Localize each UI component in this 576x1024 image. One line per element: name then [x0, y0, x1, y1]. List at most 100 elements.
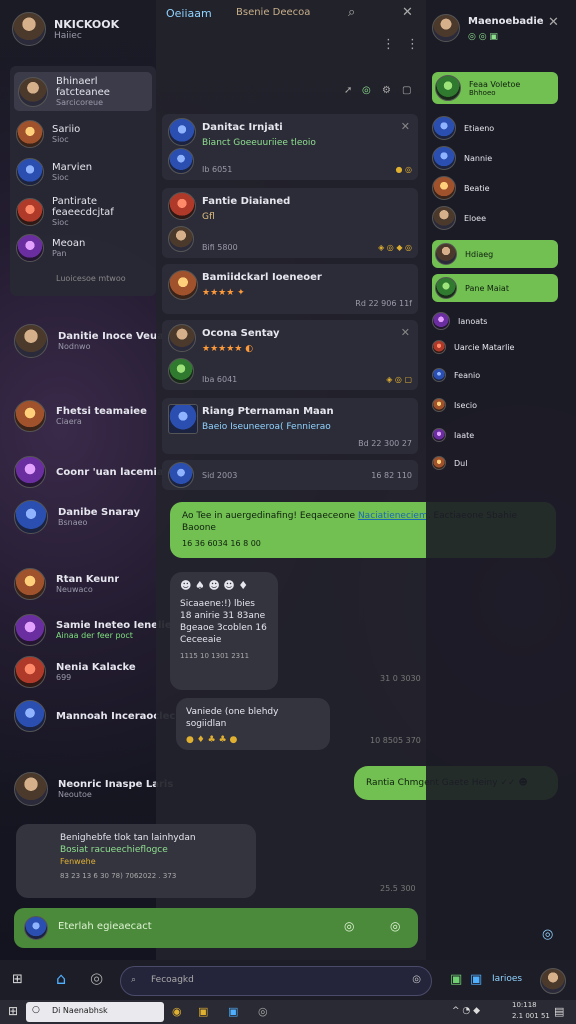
- app-icon[interactable]: ▣: [470, 973, 482, 986]
- notification-icon[interactable]: ▤: [554, 1005, 564, 1018]
- dropdown-item-label: Sariio: [52, 124, 81, 135]
- tab-active[interactable]: Oeiiaam: [166, 7, 212, 20]
- message-input[interactable]: Eterlah egieaecact: [58, 921, 152, 932]
- profile-header[interactable]: NKICKOOK Haiiec: [12, 12, 119, 46]
- member-item[interactable]: Eloee: [432, 206, 556, 230]
- avatar: [432, 428, 446, 442]
- member-item[interactable]: Dul: [432, 456, 556, 470]
- member-item[interactable]: Feaa Voletoe Bhhoeo: [432, 72, 558, 104]
- message-bubble-incoming[interactable]: ☻ ♠ ☻ ☻ ♦ Sicaaene:!) lbies 18 anirie 31…: [170, 572, 278, 690]
- card-title: Danitac Irnjati: [202, 122, 283, 133]
- member-name: Beatie: [464, 183, 490, 193]
- card-meta: Rd 22 906 11f: [342, 299, 412, 308]
- dropdown-item[interactable]: Pantirate feaeecdcjtaf Sioc: [16, 196, 156, 227]
- taskbar-search[interactable]: ⌕ Fecoagkd ◎: [120, 966, 432, 996]
- member-item[interactable]: Iaate: [432, 428, 556, 442]
- windows-icon[interactable]: ⊞: [8, 1005, 18, 1018]
- chat-panel: Oeiiaam Bsenie Deecoa ⌕ ✕ ⋮ ⋮ ➚ ◎ ⚙ ▢ Da…: [16, 0, 558, 960]
- app-icon[interactable]: ▣: [450, 973, 462, 986]
- member-name: Nannie: [464, 153, 493, 163]
- profile-avatar[interactable]: [12, 12, 46, 46]
- member-item[interactable]: Hdiaeg: [432, 240, 558, 268]
- member-item[interactable]: Etiaeno: [432, 116, 556, 140]
- avatar: [432, 340, 446, 354]
- help-icon[interactable]: ◎: [542, 928, 553, 941]
- settings-icon[interactable]: ⚙: [382, 84, 391, 97]
- member-item[interactable]: Feanio: [432, 368, 556, 382]
- chat-item[interactable]: Nenia Kalacke 699: [14, 656, 156, 688]
- message-bubble-incoming[interactable]: Vaniede (one blehdy sogiidlan ● ♦ ♣ ♣ ●: [176, 698, 330, 750]
- member-item[interactable]: Isecio: [432, 398, 556, 412]
- chat-item[interactable]: Neonric Inaspe Laris Neoutoe: [14, 772, 173, 806]
- close-icon[interactable]: ✕: [402, 6, 413, 19]
- member-item[interactable]: Nannie: [432, 146, 556, 170]
- message-link[interactable]: Naciatieneciem: [358, 511, 428, 521]
- chat-item[interactable]: Fhetsi teamaiee Ciaera: [14, 400, 156, 432]
- chat-item[interactable]: Mannoah Inceraoclec: [14, 700, 175, 732]
- dropdown-item[interactable]: Meoan Pan: [16, 234, 85, 262]
- start-search[interactable]: ○ Di Naenabhsk: [26, 1002, 164, 1022]
- avatar: [16, 120, 44, 148]
- chat-item[interactable]: Samie Ineteo Ienelie Ainaa der feer poct: [14, 614, 172, 646]
- avatar: [432, 368, 446, 382]
- more-icon[interactable]: ⋮: [382, 38, 395, 51]
- search-input[interactable]: Fecoagkd: [151, 975, 194, 985]
- chat-tabs: Oeiiaam Bsenie Deecoa ⌕ ✕: [156, 0, 426, 28]
- chat-card[interactable]: Bamiidckarl Ioeneoer ★★★★ ✦ Rd 22 906 11…: [162, 264, 418, 314]
- chat-card[interactable]: Sid 2003 16 82 110: [162, 460, 418, 490]
- attach-icon[interactable]: ◎: [344, 920, 354, 933]
- avatar: [432, 312, 450, 330]
- chat-card[interactable]: Danitac Irnjati Bianct Goeeuuriiee tleoi…: [162, 114, 418, 180]
- chat-card[interactable]: Riang Pternaman Maan Baeio Iseuneeroa( F…: [162, 398, 418, 454]
- card-subtitle: Gfl: [202, 212, 215, 222]
- more-icon[interactable]: ⋮: [406, 38, 419, 51]
- folder-icon[interactable]: ▣: [198, 1005, 208, 1018]
- close-icon[interactable]: ✕: [548, 16, 559, 29]
- window-icon[interactable]: ▢: [402, 84, 411, 97]
- system-tray[interactable]: ^ ◔ ◆: [452, 1006, 480, 1016]
- send-icon[interactable]: ◎: [390, 920, 400, 933]
- close-icon[interactable]: ✕: [401, 120, 410, 133]
- avatar: [14, 700, 46, 732]
- pin-icon[interactable]: ➚: [344, 84, 352, 97]
- avatar: [14, 400, 46, 432]
- avatar: [435, 75, 461, 101]
- chat-item[interactable]: Danitie Inoce Veuae Nodnwo: [14, 324, 171, 358]
- member-item[interactable]: Pane Maiat: [432, 274, 558, 302]
- chat-preview: 699: [56, 673, 72, 682]
- dropdown-item[interactable]: Sariio Sioc: [16, 120, 80, 148]
- dropdown-item-selected[interactable]: Bhinaerl fatcteanee Sarcicoreue: [14, 72, 152, 111]
- app-icon[interactable]: ▣: [228, 1005, 238, 1018]
- avatar: [168, 148, 194, 174]
- member-item[interactable]: Beatie: [432, 176, 556, 200]
- member-item[interactable]: Uarcie Matarlie: [432, 340, 556, 354]
- app-label[interactable]: Iarioes: [492, 974, 522, 984]
- avatar: [168, 462, 194, 488]
- search-icon[interactable]: ⌕: [348, 6, 355, 19]
- card-meta: Iba 6041 ◈ ◎ ▢: [202, 375, 412, 384]
- chat-item[interactable]: Danibe Snaray Bsnaeo: [14, 500, 156, 534]
- message-bubble-incoming[interactable]: Benighebfe tlok tan lainhydan Bosiat rac…: [50, 824, 256, 898]
- clock-time[interactable]: 10:118: [512, 1001, 537, 1009]
- app-icon[interactable]: ◎: [258, 1005, 268, 1018]
- chat-card[interactable]: Ocona Sentay ★★★★★ ◐ ✕ Iba 6041 ◈ ◎ ▢: [162, 320, 418, 390]
- chat-item[interactable]: Rtan Keunr Neuwaco: [14, 568, 156, 600]
- app-icon[interactable]: ◉: [172, 1005, 182, 1018]
- tab-other[interactable]: Bsenie Deecoa: [236, 7, 310, 18]
- refresh-icon[interactable]: ◎: [362, 84, 371, 97]
- mic-icon[interactable]: ◎: [412, 974, 421, 985]
- compose-bar[interactable]: Eterlah egieaecact ◎ ◎: [14, 908, 418, 948]
- dropdown-item[interactable]: Marvien Sioc: [16, 158, 92, 186]
- chat-name: Samie Ineteo Ienelie: [56, 620, 172, 631]
- close-icon[interactable]: ✕: [401, 326, 410, 339]
- compass-icon[interactable]: ◎: [90, 971, 103, 986]
- windows-icon[interactable]: ⊞: [12, 973, 23, 986]
- member-item[interactable]: Ianoats: [432, 312, 556, 330]
- home-icon[interactable]: ⌂: [56, 971, 66, 987]
- avatar: [432, 116, 456, 140]
- chat-card[interactable]: Fantie Diaianed Gfl Bifi 5800 ◈ ◎ ◆ ◎: [162, 188, 418, 258]
- avatar[interactable]: [432, 14, 460, 42]
- user-avatar[interactable]: [540, 968, 566, 994]
- chat-item[interactable]: Coonr 'uan lacemiaer: [14, 456, 175, 488]
- clock-date[interactable]: 2.1 001 51: [512, 1012, 550, 1020]
